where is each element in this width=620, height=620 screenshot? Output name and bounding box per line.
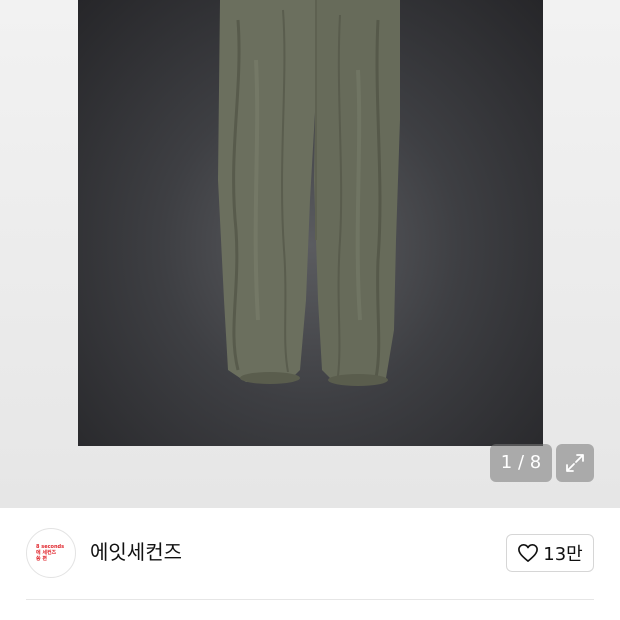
shop-logo[interactable]: 8 seconds 에 세컨즈 쓩 편 — [26, 528, 76, 578]
product-photo[interactable] — [78, 0, 543, 446]
expand-button[interactable] — [556, 444, 594, 482]
heart-icon — [518, 544, 539, 562]
divider — [26, 599, 594, 600]
shop-name[interactable]: 에잇세컨즈 — [90, 538, 182, 566]
like-count: 13만 — [543, 544, 583, 565]
like-button[interactable]: 13만 — [506, 534, 594, 572]
shop-info-row: 8 seconds 에 세컨즈 쓩 편 에잇세컨즈 13만 — [0, 508, 620, 600]
image-counter: 1 / 8 — [490, 444, 552, 482]
logo-line: 쓩 편 — [36, 556, 47, 562]
pants-illustration — [218, 0, 400, 386]
product-image-gallery[interactable]: 1 / 8 — [0, 0, 620, 508]
expand-icon — [566, 454, 584, 472]
